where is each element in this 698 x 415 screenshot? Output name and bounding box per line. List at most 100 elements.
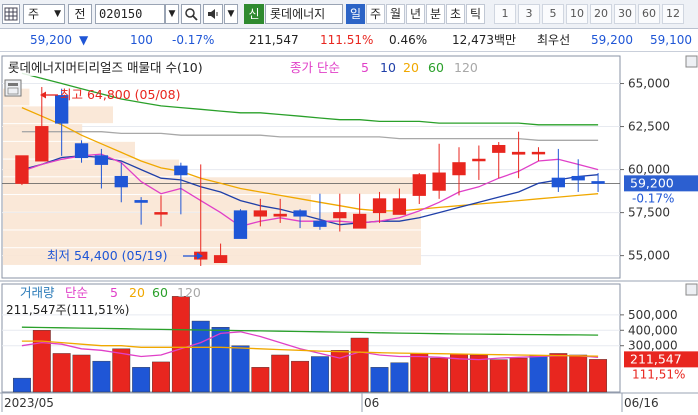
toolbar: 주 ▼ 전 020150 ▼ ▼ 신 롯데에너지 일 주 월 년 분 초 틱 1… (0, 0, 698, 29)
volume-panel-collapse-icon[interactable] (685, 283, 698, 296)
speaker-icon[interactable] (203, 4, 223, 24)
quote-amount: 12,473백만 (452, 33, 517, 47)
volume-y-tick-label: 400,000 (628, 323, 678, 337)
panel-collapse-icon[interactable] (685, 55, 698, 68)
candle-body (134, 200, 148, 203)
candle-body (94, 155, 109, 165)
quote-change: 100 (130, 33, 153, 47)
quote-turnover: 0.46% (389, 33, 428, 47)
interval-button[interactable]: 60 (638, 4, 660, 24)
candle-body (293, 210, 307, 217)
volume-legend-prefix: 단순 (65, 285, 88, 300)
price-y-tick-label: 62,500 (628, 120, 670, 134)
candle-body (571, 175, 585, 181)
interval-button[interactable]: 10 (566, 4, 588, 24)
candle[interactable] (233, 209, 248, 239)
volume-profile-bar (3, 230, 421, 248)
price-legend-prefix: 종가 단순 (290, 60, 340, 75)
volume-bar (350, 337, 369, 393)
market-select[interactable]: 주 ▼ (23, 4, 65, 24)
price-legend-period: 120 (454, 60, 478, 75)
volume-bar (132, 367, 151, 393)
price-legend-period: 60 (428, 60, 444, 75)
volume-bar (291, 360, 310, 393)
volume-bar (12, 377, 31, 393)
candle-body (472, 158, 486, 162)
period-second-tab[interactable]: 초 (446, 4, 465, 24)
quote-change-arrow: ▼ (79, 33, 89, 47)
chart-area[interactable]: 65,000 62,500 60,000 57,500 55,000 500,000 400… (0, 52, 698, 412)
volume-bar (469, 354, 488, 393)
chevron-down-icon: ▼ (54, 9, 61, 19)
candle-body (273, 213, 287, 217)
candle-body (233, 210, 248, 239)
volume-legend-period: 5 (110, 285, 118, 300)
candle-body (15, 155, 29, 184)
candle-body (531, 151, 546, 155)
speaker-dropdown-icon[interactable]: ▼ (224, 4, 238, 24)
candle[interactable] (15, 155, 29, 186)
volume-bar (171, 296, 190, 393)
period-tick-tab[interactable]: 틱 (466, 4, 485, 24)
volume-bar (529, 355, 548, 393)
market-label: 주 (28, 7, 40, 21)
volume-bar (549, 353, 568, 393)
candle-body (412, 174, 426, 196)
new-badge[interactable]: 신 (244, 4, 264, 24)
volume-bar (271, 354, 290, 393)
price-y-tick-label: 55,000 (628, 249, 670, 263)
quote-best-label: 최우선 (537, 33, 571, 47)
candle-body (353, 213, 367, 229)
quote-volume-ratio: 111.51% (320, 33, 374, 47)
last-volume-label: 211,547 (630, 351, 682, 366)
high-annotation: 최고 64,800 (05/08) (60, 87, 180, 102)
interval-button[interactable]: 12 (662, 4, 684, 24)
period-year-tab[interactable]: 년 (406, 4, 425, 24)
candle-body (114, 175, 128, 188)
type-button[interactable]: 전 (68, 4, 92, 24)
candle-body (591, 181, 605, 184)
grid-icon[interactable] (2, 4, 20, 24)
search-icon[interactable] (181, 4, 201, 24)
volume-profile-bar (3, 195, 311, 212)
candle-body (372, 198, 387, 214)
quote-change-pct: -0.17% (172, 33, 215, 47)
interval-button[interactable]: 1 (494, 4, 516, 24)
volume-bar (112, 348, 131, 393)
quote-best-bid: 59,100 (650, 33, 692, 47)
quote-price: 59,200 (30, 33, 72, 47)
period-week-tab[interactable]: 주 (366, 4, 385, 24)
stock-code-input[interactable]: 020150 (95, 4, 165, 24)
interval-button[interactable]: 3 (518, 4, 540, 24)
volume-bar (390, 362, 409, 393)
stock-chart[interactable]: 65,00062,50060,00057,50055,000500,000400… (0, 52, 698, 412)
interval-button[interactable]: 30 (614, 4, 636, 24)
candle-body (154, 212, 168, 215)
quote-bar: 59,200 ▼ 100 -0.17% 211,547 111.51% 0.46… (0, 29, 698, 52)
volume-bar (450, 354, 468, 393)
volume-bar (251, 367, 270, 393)
code-dropdown-icon[interactable]: ▼ (165, 4, 179, 24)
last-volume-ratio-label: 111,51% (632, 367, 685, 381)
candle-body (333, 212, 347, 219)
volume-current-label: 211,547주(111,51%) (6, 303, 129, 317)
period-month-tab[interactable]: 월 (386, 4, 405, 24)
stock-name: 롯데에너지 (265, 4, 343, 24)
interval-button[interactable]: 5 (542, 4, 564, 24)
candle-body (432, 172, 446, 191)
last-price-label: 59,200 (630, 175, 674, 190)
period-minute-tab[interactable]: 분 (426, 4, 445, 24)
candle-body (313, 220, 327, 227)
x-tick-label: 06 (364, 396, 379, 410)
period-day-tab[interactable]: 일 (346, 4, 365, 24)
price-legend-period: 10 (380, 60, 396, 75)
candle-body (392, 198, 407, 215)
volume-bar (569, 354, 588, 393)
volume-bar (52, 353, 71, 393)
volume-bar (430, 357, 449, 393)
interval-button[interactable]: 20 (590, 4, 612, 24)
volume-bar (410, 353, 429, 393)
candle-body (35, 126, 49, 162)
x-tick-label: 2023/05 (4, 396, 54, 410)
volume-legend-period: 20 (129, 285, 145, 300)
